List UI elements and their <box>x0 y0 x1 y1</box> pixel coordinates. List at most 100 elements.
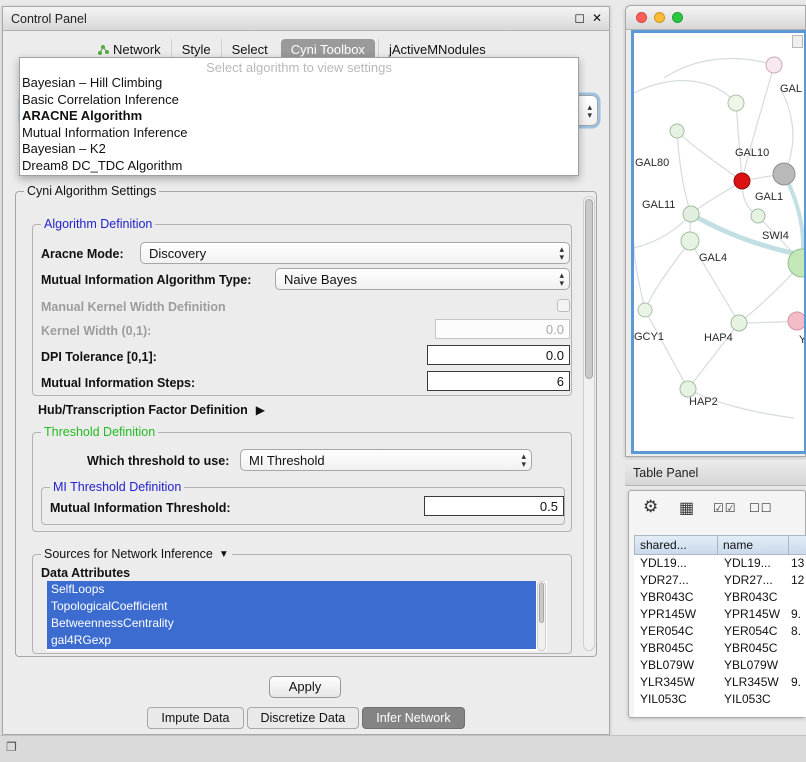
network-node[interactable] <box>683 206 699 222</box>
cell[interactable]: YDR27... <box>718 572 789 589</box>
network-node[interactable] <box>788 312 804 330</box>
cell[interactable]: YLR345W <box>634 674 718 691</box>
column-header-shared[interactable]: shared... <box>634 535 718 555</box>
apply-button[interactable]: Apply <box>269 676 341 698</box>
float-window-icon[interactable]: ◻ <box>574 10 585 26</box>
node-label[interactable]: HAP4 <box>704 332 733 344</box>
network-node[interactable] <box>680 381 696 397</box>
node-label[interactable]: Y <box>799 334 804 346</box>
which-threshold-combo[interactable]: MI Threshold ▴▾ <box>240 449 532 471</box>
cell[interactable]: YBL079W <box>634 657 718 674</box>
cell[interactable]: YER054C <box>718 623 789 640</box>
cell[interactable]: YLR345W <box>718 674 789 691</box>
table-row[interactable]: YBR043CYBR043C <box>634 589 806 606</box>
dropdown-item[interactable]: Mutual Information Inference <box>20 125 578 142</box>
dropdown-item-selected[interactable]: ARACNE Algorithm <box>20 108 578 125</box>
cell[interactable] <box>789 640 806 657</box>
network-node[interactable] <box>773 163 795 185</box>
network-node[interactable] <box>670 124 684 138</box>
network-node[interactable] <box>638 303 652 317</box>
network-window-titlebar[interactable] <box>626 6 805 30</box>
node-label[interactable]: GAL11 <box>642 199 675 211</box>
node-label[interactable]: GAL4 <box>699 252 727 264</box>
attribute-list-scrollbar[interactable] <box>537 581 546 651</box>
table-row[interactable]: YIL053CYIL053C <box>634 691 806 708</box>
table-row[interactable]: YDL19...YDL19...13 <box>634 555 806 572</box>
dpi-tolerance-input[interactable]: 0.0 <box>427 345 570 365</box>
cell[interactable]: 9. <box>789 674 806 691</box>
tab-discretize-data[interactable]: Discretize Data <box>247 707 360 729</box>
cell[interactable] <box>789 657 806 674</box>
mac-minimize-button[interactable] <box>654 12 665 23</box>
network-canvas[interactable]: GAL80 GAL GAL10 GAL11 GAL1 SWI4 GAL4 GCY… <box>634 33 804 451</box>
table-panel-titlebar[interactable]: Table Panel <box>625 460 806 486</box>
add-column-icon[interactable]: ▦ <box>679 498 694 518</box>
sources-title-row[interactable]: Sources for Network Inference ▼ <box>41 547 232 561</box>
tab-infer-network[interactable]: Infer Network <box>362 707 464 729</box>
cell[interactable]: 12 <box>789 572 806 589</box>
cell[interactable]: YBR045C <box>634 640 718 657</box>
cell[interactable]: 9. <box>789 606 806 623</box>
table-row[interactable]: YLR345WYLR345W9. <box>634 674 806 691</box>
attribute-item-selected[interactable]: TopologicalCoefficient <box>47 598 536 615</box>
cell[interactable]: YBR043C <box>718 589 789 606</box>
cell[interactable]: YPR145W <box>634 606 718 623</box>
table-row[interactable]: YBL079WYBL079W <box>634 657 806 674</box>
hub-tf-section-toggle[interactable]: Hub/Transcription Factor Definition ▶ <box>38 401 265 419</box>
node-label[interactable]: SWI4 <box>762 230 789 242</box>
mi-steps-input[interactable]: 6 <box>427 371 570 391</box>
settings-scrollbar-thumb[interactable] <box>585 199 593 379</box>
cell[interactable]: YIL053C <box>718 691 789 708</box>
dropdown-item[interactable]: Bayesian – Hill Climbing <box>20 75 578 92</box>
node-label[interactable]: GAL10 <box>735 147 769 159</box>
minimized-panel-icon[interactable]: ❐ <box>6 740 17 754</box>
mac-close-button[interactable] <box>636 12 647 23</box>
cell[interactable]: 13 <box>789 555 806 572</box>
node-label[interactable]: HAP2 <box>689 396 718 408</box>
cell[interactable] <box>789 691 806 708</box>
deselect-all-icon[interactable]: ☐☐ <box>749 501 773 515</box>
attribute-item-selected[interactable]: BetweennessCentrality <box>47 615 536 632</box>
cell[interactable]: YPR145W <box>718 606 789 623</box>
select-all-icon[interactable]: ☑☑ <box>713 501 737 515</box>
dropdown-item[interactable]: Basic Correlation Inference <box>20 92 578 109</box>
attribute-item-selected[interactable]: SelfLoops <box>47 581 536 598</box>
network-node[interactable] <box>751 209 765 223</box>
close-window-icon[interactable]: ✕ <box>592 11 602 25</box>
network-node[interactable] <box>766 57 782 73</box>
cell[interactable] <box>789 589 806 606</box>
table-row[interactable]: YBR045CYBR045C <box>634 640 806 657</box>
cell[interactable]: YBL079W <box>718 657 789 674</box>
cell[interactable]: YDL19... <box>718 555 789 572</box>
attribute-item-selected[interactable]: gal4RGexp <box>47 632 536 649</box>
table-row[interactable]: YER054CYER054C8. <box>634 623 806 640</box>
mac-zoom-button[interactable] <box>672 12 683 23</box>
cell[interactable]: YER054C <box>634 623 718 640</box>
network-node[interactable] <box>728 95 744 111</box>
settings-scrollbar[interactable] <box>583 196 595 651</box>
cell[interactable]: 8. <box>789 623 806 640</box>
table-row[interactable]: YDR27...YDR27...12 <box>634 572 806 589</box>
cell[interactable]: YDL19... <box>634 555 718 572</box>
dropdown-item[interactable]: Bayesian – K2 <box>20 141 578 158</box>
cell[interactable]: YDR27... <box>634 572 718 589</box>
network-node[interactable] <box>731 315 747 331</box>
network-node[interactable] <box>681 232 699 250</box>
column-header-extra[interactable] <box>789 535 806 555</box>
mi-type-combo[interactable]: Naive Bayes ▴▾ <box>275 268 570 290</box>
gear-icon[interactable]: ⚙ <box>643 497 658 517</box>
tab-impute-data[interactable]: Impute Data <box>147 707 243 729</box>
mi-threshold-input[interactable]: 0.5 <box>424 496 564 516</box>
dropdown-item[interactable]: Dream8 DC_TDC Algorithm <box>20 158 578 175</box>
cell[interactable]: YBR045C <box>718 640 789 657</box>
control-panel-titlebar[interactable]: Control Panel ◻ ✕ <box>3 7 609 31</box>
node-label[interactable]: GAL80 <box>635 157 669 169</box>
table-row[interactable]: YPR145WYPR145W9. <box>634 606 806 623</box>
network-node-highlighted[interactable] <box>734 173 750 189</box>
node-label[interactable]: GAL <box>780 83 802 95</box>
aracne-mode-combo[interactable]: Discovery ▴▾ <box>140 242 570 264</box>
node-label[interactable]: GCY1 <box>634 331 664 343</box>
canvas-corner-widget[interactable] <box>792 35 803 48</box>
column-header-name[interactable]: name <box>718 535 789 555</box>
attribute-list-scrollbar-thumb[interactable] <box>539 583 544 623</box>
